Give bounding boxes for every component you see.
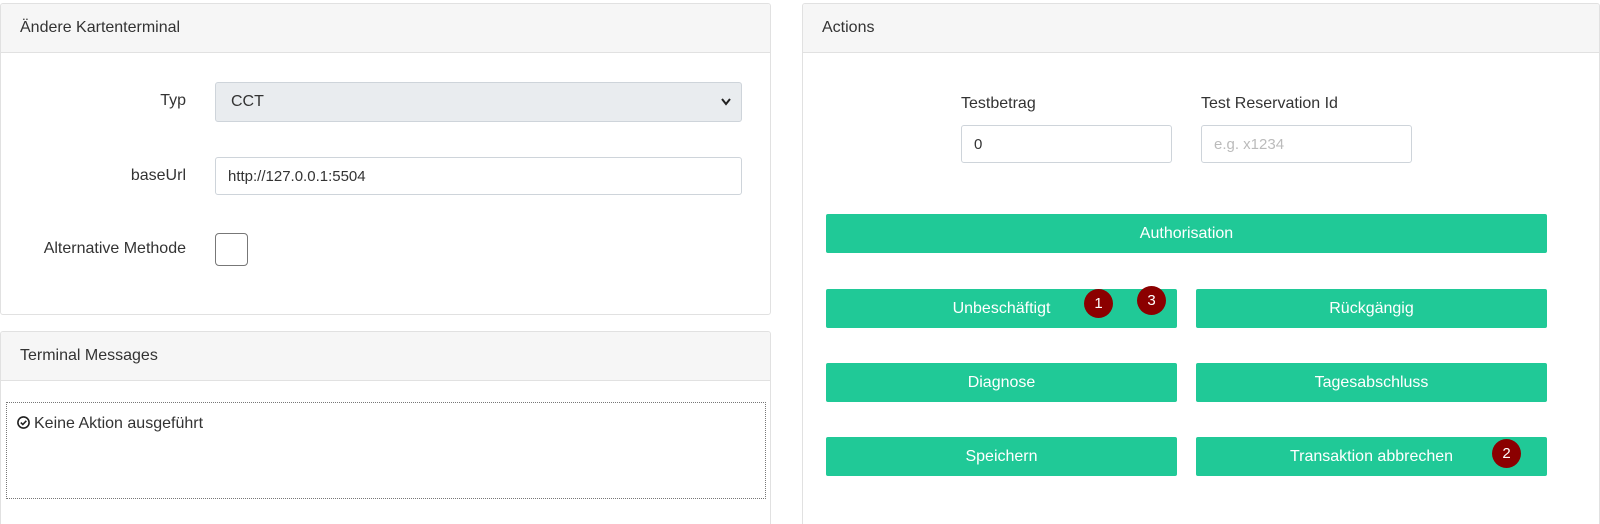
diagnosis-button[interactable]: Diagnose bbox=[826, 363, 1177, 402]
messages-box: Keine Aktion ausgeführt bbox=[6, 402, 766, 499]
authorisation-button[interactable]: Authorisation bbox=[826, 214, 1547, 253]
step-badge: 2 bbox=[1492, 439, 1521, 468]
baseurl-label: baseUrl bbox=[130, 167, 186, 184]
baseurl-input[interactable] bbox=[215, 157, 742, 195]
check-circle-icon bbox=[17, 416, 30, 429]
chevron-down-icon bbox=[720, 83, 732, 136]
step-badge: 1 bbox=[1084, 289, 1113, 318]
typ-label: Typ bbox=[160, 92, 186, 109]
reservation-id-input[interactable] bbox=[1201, 125, 1412, 163]
amount-label: Testbetrag bbox=[961, 95, 1036, 112]
reservation-id-label: Test Reservation Id bbox=[1201, 95, 1338, 112]
typ-select[interactable]: CCT bbox=[215, 82, 742, 122]
amount-input[interactable] bbox=[961, 125, 1172, 163]
messages-card-title: Terminal Messages bbox=[1, 332, 770, 381]
reverse-button[interactable]: Rückgängig bbox=[1196, 289, 1547, 328]
actions-card-title: Actions bbox=[803, 4, 1599, 53]
message-text: Keine Aktion ausgeführt bbox=[34, 415, 204, 432]
save-button[interactable]: Speichern bbox=[826, 437, 1177, 476]
typ-select-value: CCT bbox=[231, 93, 264, 110]
terminal-messages-card: Terminal Messages Keine Aktion ausgeführ… bbox=[0, 331, 771, 524]
alternative-method-checkbox[interactable] bbox=[215, 233, 248, 266]
idle-button[interactable]: Unbeschäftigt bbox=[826, 289, 1177, 328]
step-badge: 3 bbox=[1137, 286, 1166, 315]
actions-card: Actions Testbetrag Test Reservation Id A… bbox=[802, 3, 1600, 524]
terminal-settings-card: Ändere Kartenterminal Typ CCT baseUrl Al… bbox=[0, 3, 771, 315]
end-of-day-button[interactable]: Tagesabschluss bbox=[1196, 363, 1547, 402]
terminal-card-title: Ändere Kartenterminal bbox=[1, 4, 770, 53]
alternative-method-label: Alternative Methode bbox=[43, 240, 186, 257]
